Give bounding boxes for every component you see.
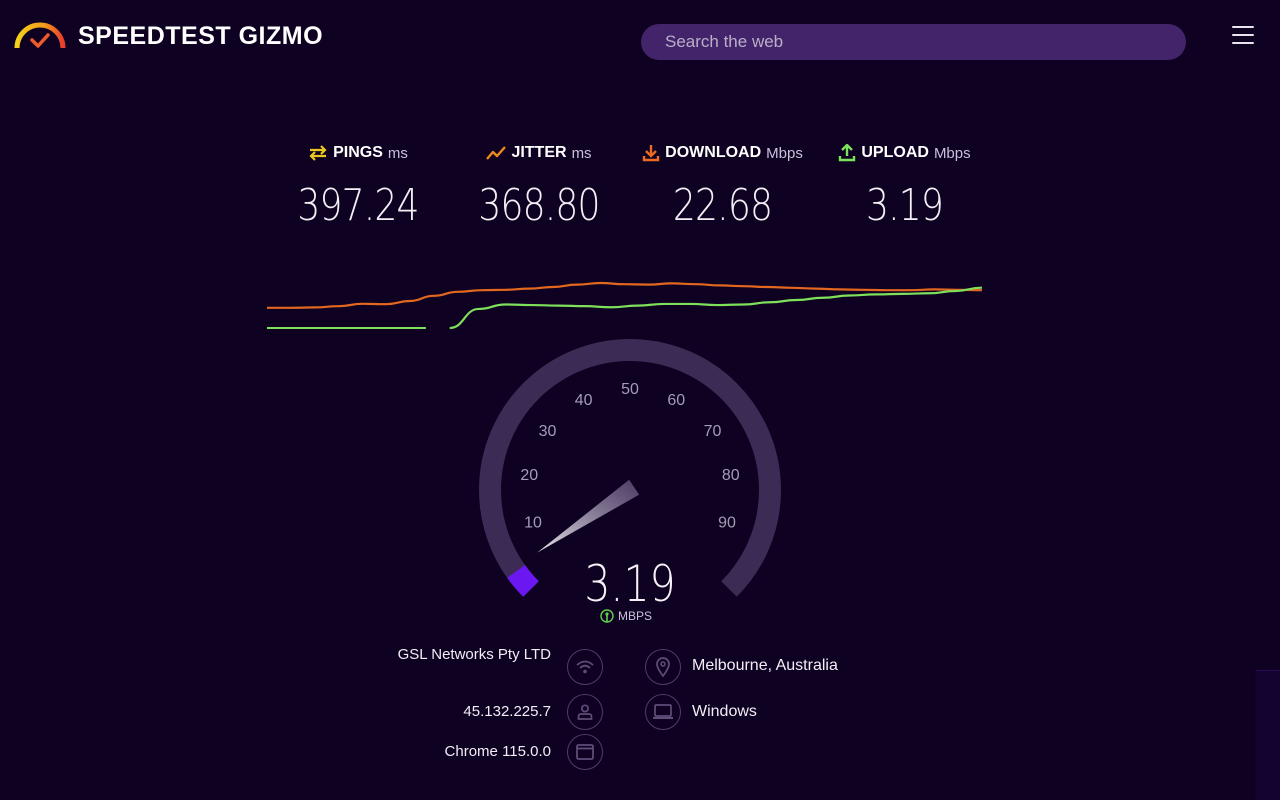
gauge-tick-label: 60 bbox=[667, 392, 685, 409]
metric-unit: Mbps bbox=[766, 144, 803, 162]
browser-icon-circle bbox=[567, 734, 603, 770]
metric-download: DOWNLOAD Mbps 22.68 bbox=[630, 142, 815, 231]
upload-signal-icon bbox=[600, 609, 614, 623]
metric-pings: PINGS ms 397.24 bbox=[268, 142, 448, 231]
brand-logo[interactable]: SPEEDTEST GIZMO bbox=[12, 20, 323, 52]
gauge-unit: MBPS bbox=[618, 609, 653, 623]
wifi-icon bbox=[576, 660, 594, 674]
menu-bar bbox=[1232, 34, 1254, 36]
brand-name: SPEEDTEST GIZMO bbox=[78, 21, 324, 50]
metric-unit: ms bbox=[571, 144, 592, 162]
menu-bar bbox=[1232, 42, 1254, 44]
browser-version: Chrome 115.0.0 bbox=[444, 743, 551, 760]
ip-address: 45.132.225.7 bbox=[463, 703, 551, 720]
location-icon-circle bbox=[645, 649, 681, 685]
browser-window-icon bbox=[576, 744, 594, 760]
upload-icon bbox=[839, 144, 856, 162]
location: Melbourne, Australia bbox=[692, 657, 838, 674]
gauge-tick-label: 40 bbox=[575, 392, 593, 409]
gauge-tick-label: 10 bbox=[524, 515, 542, 532]
speed-history-graph bbox=[267, 281, 983, 330]
metric-value: 397.24 bbox=[297, 180, 419, 231]
metric-label: PINGS bbox=[333, 144, 383, 161]
user-icon bbox=[577, 704, 593, 720]
user-icon-circle bbox=[567, 694, 603, 730]
gauge-tick-label: 90 bbox=[718, 515, 736, 532]
gauge-tick-label: 20 bbox=[520, 467, 538, 484]
download-icon bbox=[642, 145, 660, 162]
operating-system: Windows bbox=[692, 703, 757, 720]
metric-upload: UPLOAD Mbps 3.19 bbox=[812, 142, 997, 231]
side-panel-edge bbox=[1255, 670, 1280, 800]
menu-bar bbox=[1232, 26, 1254, 28]
metric-label: DOWNLOAD bbox=[665, 144, 762, 161]
gauge-unit-label: MBPS bbox=[600, 609, 652, 623]
metric-label: JITTER bbox=[511, 144, 567, 161]
speedometer-logo-icon bbox=[14, 22, 66, 49]
gauge-tick-label: 70 bbox=[704, 423, 722, 440]
hamburger-menu-button[interactable] bbox=[1232, 26, 1254, 46]
gauge-tick-label: 30 bbox=[539, 423, 557, 440]
os-icon-circle bbox=[645, 694, 681, 730]
metric-label: UPLOAD bbox=[861, 144, 929, 161]
wifi-icon-circle bbox=[567, 649, 603, 685]
upload-series-line bbox=[449, 286, 983, 330]
metric-value: 3.19 bbox=[865, 180, 944, 231]
gauge-value: 3.19 bbox=[584, 555, 676, 613]
gauge-progress bbox=[507, 564, 539, 597]
trend-line-icon bbox=[486, 146, 507, 160]
arrows-exchange-icon bbox=[309, 145, 327, 161]
gauge-tick-label: 80 bbox=[722, 467, 740, 484]
metric-value: 368.80 bbox=[478, 180, 600, 231]
search-input[interactable] bbox=[641, 24, 1186, 60]
metric-unit: ms bbox=[387, 144, 408, 162]
laptop-icon bbox=[653, 704, 673, 719]
gauge-tick-label: 50 bbox=[621, 381, 639, 398]
isp-name: GSL Networks Pty LTD bbox=[397, 646, 551, 663]
metric-value: 22.68 bbox=[672, 180, 773, 231]
gauge-needle bbox=[537, 479, 640, 553]
metric-unit: Mbps bbox=[933, 144, 971, 162]
metric-jitter: JITTER ms 368.80 bbox=[449, 142, 629, 231]
location-pin-icon bbox=[656, 657, 670, 677]
